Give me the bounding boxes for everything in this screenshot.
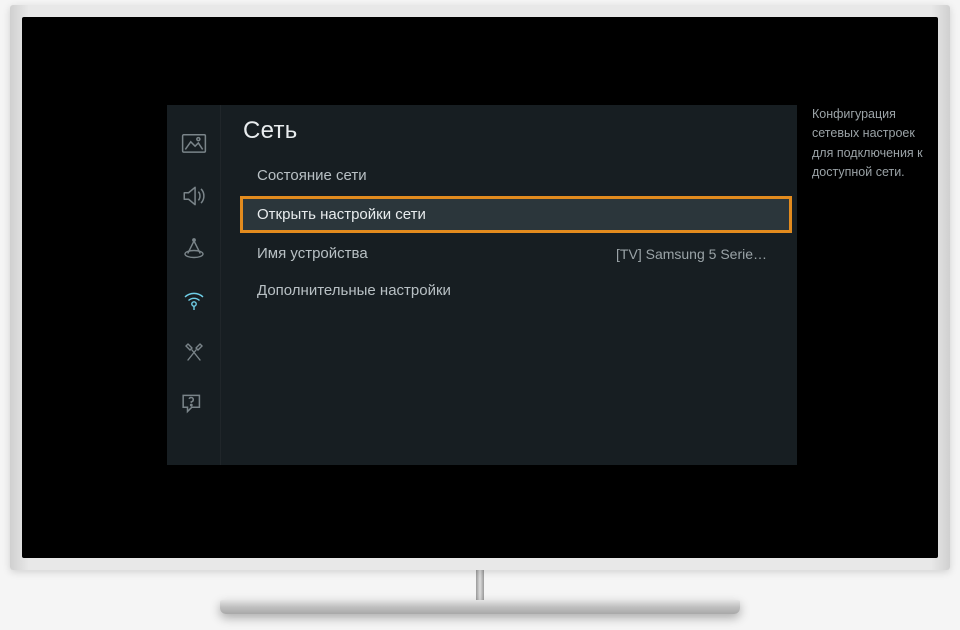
network-icon[interactable]: [181, 289, 207, 311]
menu-item-network-status[interactable]: Состояние сети: [243, 157, 789, 194]
menu-item-advanced-settings[interactable]: Дополнительные настройки: [243, 272, 789, 309]
tv-stand-base: [220, 600, 740, 614]
menu-item-open-network-settings[interactable]: Открыть настройки сети: [240, 196, 792, 233]
settings-panel: Сеть Состояние сети Открыть настройки се…: [167, 105, 797, 465]
support-icon[interactable]: [181, 393, 207, 415]
menu-item-label: Имя устройства: [257, 245, 616, 262]
tv-screen: Сеть Состояние сети Открыть настройки се…: [22, 17, 938, 558]
tv-frame: Сеть Состояние сети Открыть настройки се…: [10, 5, 950, 570]
picture-icon[interactable]: [181, 133, 207, 155]
menu-item-device-name[interactable]: Имя устройства [TV] Samsung 5 Serie…: [243, 235, 789, 272]
section-title: Сеть: [243, 117, 789, 145]
broadcast-icon[interactable]: [181, 237, 207, 259]
tv-stand-neck: [476, 570, 484, 600]
menu-item-label: Состояние сети: [257, 167, 775, 184]
menu-item-label: Дополнительные настройки: [257, 282, 775, 299]
menu-item-label: Открыть настройки сети: [257, 206, 775, 223]
description-text: Конфигурация сетевых настроек для подклю…: [812, 105, 927, 183]
settings-icon-rail: [167, 105, 221, 465]
settings-main: Сеть Состояние сети Открыть настройки се…: [221, 105, 797, 465]
menu-item-value: [TV] Samsung 5 Serie…: [616, 246, 775, 262]
sound-icon[interactable]: [181, 185, 207, 207]
system-icon[interactable]: [181, 341, 207, 363]
